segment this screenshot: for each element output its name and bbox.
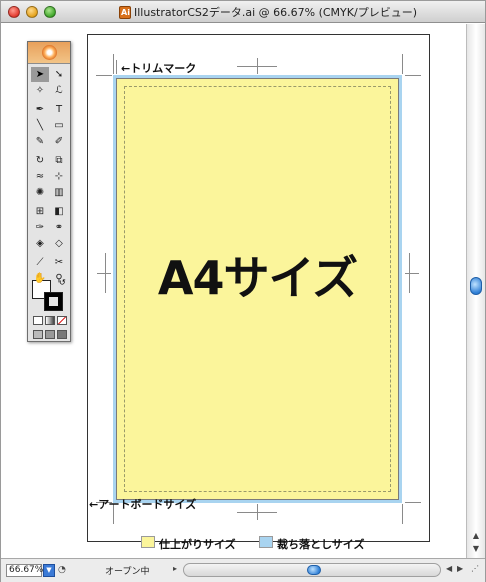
magic-wand-tool[interactable]: ✧ [31, 83, 49, 98]
gradient-tool[interactable]: ◧ [50, 204, 68, 219]
full-screen-mode-button[interactable] [57, 330, 67, 339]
trim-mark [97, 273, 111, 274]
slice-tool[interactable]: ⟋ [31, 255, 49, 270]
close-button[interactable] [8, 6, 20, 18]
standard-screen-mode-button[interactable] [33, 330, 43, 339]
rotate-tool[interactable]: ↻ [31, 153, 49, 168]
artboard-size-annotation: ←アートボードサイズ [89, 498, 197, 511]
scissors-tool[interactable]: ✂ [50, 255, 68, 270]
status-menu-arrow-icon[interactable]: ▸ [173, 564, 177, 573]
line-tool[interactable]: ╲ [31, 118, 49, 133]
trim-mark [402, 54, 403, 74]
a4-size-label: A4サイズ [157, 251, 358, 305]
symbol-sprayer-tool[interactable]: ✺ [31, 185, 49, 200]
tools-palette[interactable]: ↺ ➤ ➘ ✧ ℒ ✒ T ╲ ▭ ✎ ✐ ↻ ⧉ ≈ ⊹ ✺ ▥ ⊞ ◧ ✑ ⚭ ◈ ◇ ⟋ ✂ ✋ ⚲ [27, 41, 71, 342]
gradient-mode-button[interactable] [45, 316, 55, 325]
direct-selection-tool[interactable]: ➘ [50, 67, 68, 82]
vertical-scroll-thumb[interactable] [470, 277, 482, 295]
illustrator-document-window: Ai IllustratorCS2データ.ai @ 66.67% (CMYK/プ… [0, 0, 486, 582]
zoom-dropdown-icon[interactable]: ▼ [43, 564, 55, 577]
paintbrush-tool[interactable]: ✎ [31, 134, 49, 149]
vertical-scrollbar[interactable]: ▲ ▼ [466, 24, 485, 558]
trim-mark [405, 273, 419, 274]
trim-size-legend-label: 仕上がりサイズ [159, 538, 236, 551]
eyedropper-tool[interactable]: ✑ [31, 220, 49, 235]
stroke-swatch[interactable] [44, 292, 63, 311]
rectangle-tool[interactable]: ▭ [50, 118, 68, 133]
blend-tool[interactable]: ⚭ [50, 220, 68, 235]
trim-mark [405, 75, 421, 76]
type-tool[interactable]: T [50, 102, 68, 117]
free-transform-tool[interactable]: ⊹ [50, 169, 68, 184]
trim-mark [113, 54, 114, 74]
horizontal-scrollbar[interactable] [183, 563, 441, 577]
graph-tool[interactable]: ▥ [50, 185, 68, 200]
document-icon: Ai [119, 6, 131, 19]
tools-palette-header[interactable] [28, 42, 70, 64]
horizontal-scroll-thumb[interactable] [307, 565, 321, 575]
trim-mark [402, 504, 403, 524]
resize-grip-icon[interactable]: ⋰ [471, 564, 479, 573]
zoom-level-field[interactable]: 66.67% [6, 564, 43, 577]
bleed-size-swatch [259, 536, 273, 548]
zoom-button[interactable] [44, 6, 56, 18]
zoom-tool[interactable]: ⚲ [50, 271, 68, 286]
bleed-size-legend-label: 裁ち落としサイズ [277, 538, 365, 551]
scroll-left-arrow-icon[interactable]: ◀ [446, 564, 452, 573]
mesh-tool[interactable]: ⊞ [31, 204, 49, 219]
trim-mark [405, 502, 421, 503]
lasso-tool[interactable]: ℒ [50, 83, 68, 98]
scroll-down-arrow-icon[interactable]: ▼ [470, 543, 482, 555]
window-title: IllustratorCS2データ.ai @ 66.67% (CMYK/プレビュ… [134, 6, 417, 19]
selection-tool[interactable]: ➤ [31, 67, 49, 82]
color-mode-button[interactable] [33, 316, 43, 325]
pencil-tool[interactable]: ✐ [50, 134, 68, 149]
live-paint-tool[interactable]: ◈ [31, 236, 49, 251]
pen-tool[interactable]: ✒ [31, 102, 49, 117]
trim-size-swatch [141, 536, 155, 548]
status-text: オープン中 [105, 567, 150, 577]
illustrator-flower-icon [42, 45, 57, 60]
trim-mark [237, 66, 277, 67]
trim-mark [96, 75, 112, 76]
hand-tool[interactable]: ✋ [31, 271, 49, 286]
scroll-right-arrow-icon[interactable]: ▶ [457, 564, 463, 573]
none-mode-button[interactable] [57, 316, 67, 325]
full-screen-menu-mode-button[interactable] [45, 330, 55, 339]
trim-mark [237, 512, 277, 513]
title-bar[interactable]: Ai IllustratorCS2データ.ai @ 66.67% (CMYK/プ… [1, 1, 485, 23]
live-paint-selection-tool[interactable]: ◇ [50, 236, 68, 251]
scroll-up-arrow-icon[interactable]: ▲ [470, 530, 482, 542]
minimize-button[interactable] [26, 6, 38, 18]
warp-tool[interactable]: ≈ [31, 169, 49, 184]
trim-mark [116, 60, 117, 74]
scale-tool[interactable]: ⧉ [50, 153, 68, 168]
trim-mark-annotation: ←トリムマーク [121, 62, 197, 75]
version-cue-icon[interactable]: ◔ [58, 565, 66, 575]
status-bar: 66.67% ▼ ◔ オープン中 ▸ ◀ ▶ ⋰ [1, 558, 485, 582]
